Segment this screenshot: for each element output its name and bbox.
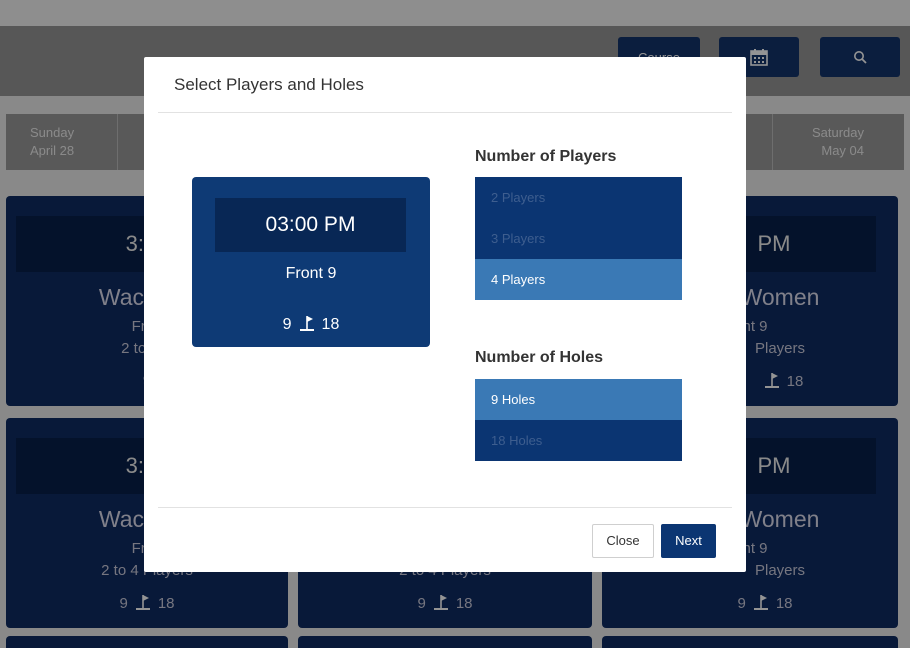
- tee-holes: 9 18: [192, 315, 430, 334]
- holes-label: Number of Holes: [475, 349, 604, 366]
- divider: [158, 112, 732, 113]
- holes-list: 9 Holes 18 Holes: [475, 379, 682, 461]
- holes-option-18[interactable]: 18 Holes: [475, 420, 682, 461]
- tee-course: Front 9: [285, 265, 337, 282]
- players-option-3[interactable]: 3 Players: [475, 218, 682, 259]
- selected-tee-time-card: 03:00 PM Front 9 9 18: [192, 177, 430, 347]
- holes-back: 18: [321, 316, 340, 333]
- players-option-2[interactable]: 2 Players: [475, 177, 682, 218]
- divider: [158, 507, 732, 508]
- players-list: 2 Players 3 Players 4 Players: [475, 177, 682, 300]
- tee-time: 03:00 PM: [215, 198, 406, 252]
- golf-flag-icon: [299, 316, 314, 331]
- players-option-4[interactable]: 4 Players: [475, 259, 682, 300]
- next-button[interactable]: Next: [661, 524, 716, 558]
- holes-option-9[interactable]: 9 Holes: [475, 379, 682, 420]
- modal-title: Select Players and Holes: [174, 75, 364, 94]
- holes-front: 9: [282, 316, 292, 333]
- players-label: Number of Players: [475, 148, 617, 165]
- close-button[interactable]: Close: [592, 524, 654, 558]
- select-players-modal: Select Players and Holes 03:00 PM Front …: [144, 57, 746, 572]
